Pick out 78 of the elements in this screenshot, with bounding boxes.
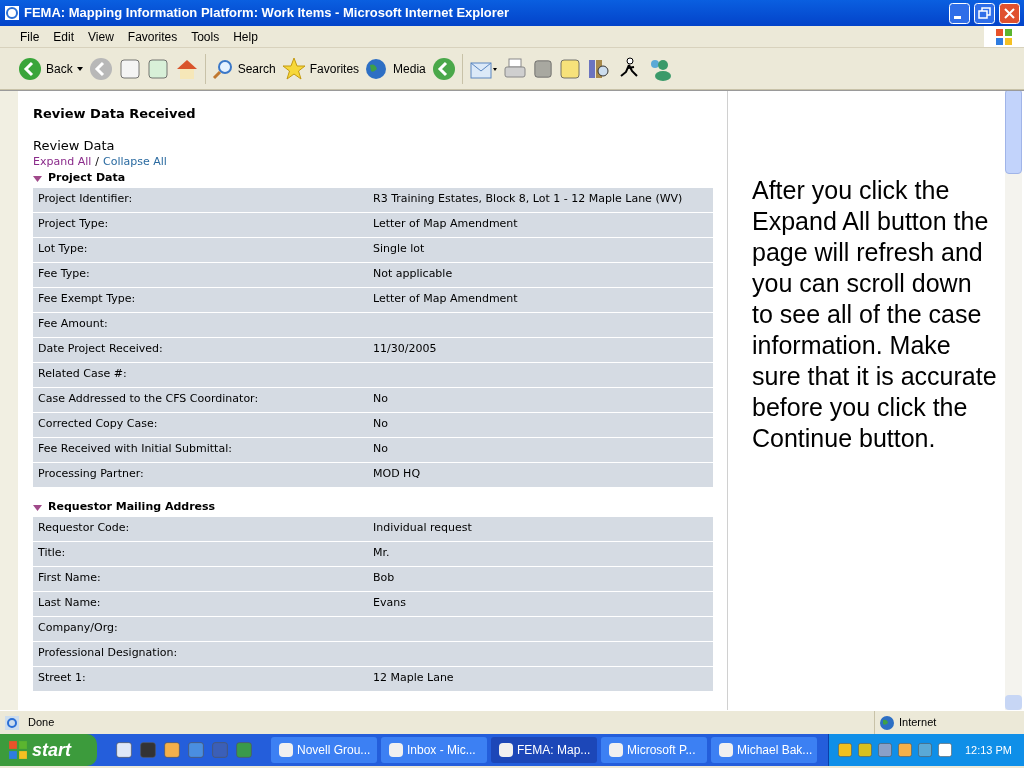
section-subheading: Review Data — [33, 137, 116, 154]
taskbar-button[interactable]: Michael Bak... — [711, 737, 817, 763]
restore-icon[interactable] — [974, 2, 995, 24]
field-label: Last Name: — [37, 595, 102, 612]
field-value: Mr. — [373, 545, 390, 562]
status-text: Done — [28, 715, 56, 731]
note-icon[interactable] — [558, 57, 581, 80]
section-toggle[interactable]: Requestor Mailing Address — [33, 498, 216, 517]
start-button[interactable]: start — [0, 734, 97, 766]
field-value: R3 Training Estates, Block 8, Lot 1 - 12 Maple Lane (WV) — [373, 191, 683, 208]
windows-logo-icon — [995, 27, 1013, 46]
dropdown-caret-icon — [76, 66, 83, 71]
window-title: FEMA: Mapping Information Platform: Work Items - Microsoft Internet Explorer — [24, 4, 511, 23]
menu-item[interactable]: File — [20, 27, 40, 46]
field-label: Title: — [37, 545, 67, 562]
field-label: Corrected Copy Case: — [37, 416, 159, 433]
windows-logo-icon — [8, 740, 28, 760]
field-value: Letter of Map Amendment — [373, 291, 518, 308]
scrollbar[interactable] — [1005, 91, 1022, 710]
menu-item[interactable]: Favorites — [127, 27, 178, 46]
instruction-text: After you click the Expand All button the page will refresh and you can scroll down to see all of the case information. Make sure that it is accurate before you click the Continue button. — [752, 175, 997, 454]
field-value: Not applicable — [373, 266, 453, 283]
field-value: Evans — [373, 595, 406, 612]
field-label: Project Identifier: — [37, 191, 134, 208]
field-value: Letter of Map Amendment — [373, 216, 518, 233]
printer-icon[interactable] — [502, 56, 527, 81]
field-label: Street 1: — [37, 670, 87, 687]
search-icon — [211, 57, 234, 80]
page-icon — [4, 714, 20, 731]
field-value: 12 Maple Lane — [373, 670, 454, 687]
search-button[interactable]: Search — [211, 57, 276, 80]
field-label: Fee Exempt Type: — [37, 291, 137, 308]
zone-text: Internet — [899, 715, 937, 731]
field-label: Fee Amount: — [37, 316, 109, 333]
field-label: Fee Type: — [37, 266, 91, 283]
taskbar-button[interactable]: FEMA: Map... — [491, 737, 597, 763]
minimize-icon[interactable] — [949, 2, 970, 24]
field-label: Company/Org: — [37, 620, 119, 637]
field-label: Project Type: — [37, 216, 110, 233]
menu-item[interactable]: Tools — [191, 27, 220, 46]
field-label: Case Addressed to the CFS Coordinator: — [37, 391, 260, 408]
field-value: No — [373, 416, 388, 433]
menu-item[interactable]: Edit — [53, 27, 75, 46]
field-value: No — [373, 391, 388, 408]
field-label: Requestor Code: — [37, 520, 131, 537]
field-value: MOD HQ — [373, 466, 421, 483]
field-label: Professional Designation: — [37, 645, 179, 662]
field-label: Processing Partner: — [37, 466, 145, 483]
menu-item[interactable]: View — [88, 27, 114, 46]
section-toggle[interactable]: Project Data — [33, 169, 126, 188]
browser-icon — [4, 5, 20, 21]
field-label: Lot Type: — [37, 241, 89, 258]
taskbar-button[interactable]: Microsoft P... — [601, 737, 707, 763]
field-label: First Name: — [37, 570, 102, 587]
field-label: Related Case #: — [37, 366, 128, 383]
close-icon[interactable] — [999, 2, 1020, 24]
field-value: 11/30/2005 — [373, 341, 437, 358]
field-value: Single lot — [373, 241, 425, 258]
link-separator: / — [95, 153, 99, 170]
favorites-button[interactable]: Favorites — [281, 56, 360, 81]
field-value: No — [373, 441, 388, 458]
star-icon — [281, 56, 306, 81]
back-button[interactable]: Back — [18, 56, 83, 81]
collapse-all-link[interactable]: Collapse All — [103, 153, 167, 170]
taskbar-button[interactable]: Inbox - Mic... — [381, 737, 487, 763]
menu-item[interactable]: Help — [233, 27, 258, 46]
triangle-icon — [33, 503, 42, 512]
field-value: Individual request — [373, 520, 472, 537]
page-heading: Review Data Received — [33, 105, 197, 123]
clock: 12:13 PM — [964, 742, 1012, 758]
expand-all-link[interactable]: Expand All — [33, 153, 92, 170]
field-value: Bob — [373, 570, 395, 587]
field-label: Fee Received with Initial Submittal: — [37, 441, 233, 458]
taskbar-button[interactable]: Novell Grou... — [271, 737, 377, 763]
triangle-icon — [33, 174, 42, 183]
media-button[interactable]: Media — [365, 56, 426, 81]
field-label: Date Project Received: — [37, 341, 164, 358]
globe-icon — [879, 714, 895, 731]
